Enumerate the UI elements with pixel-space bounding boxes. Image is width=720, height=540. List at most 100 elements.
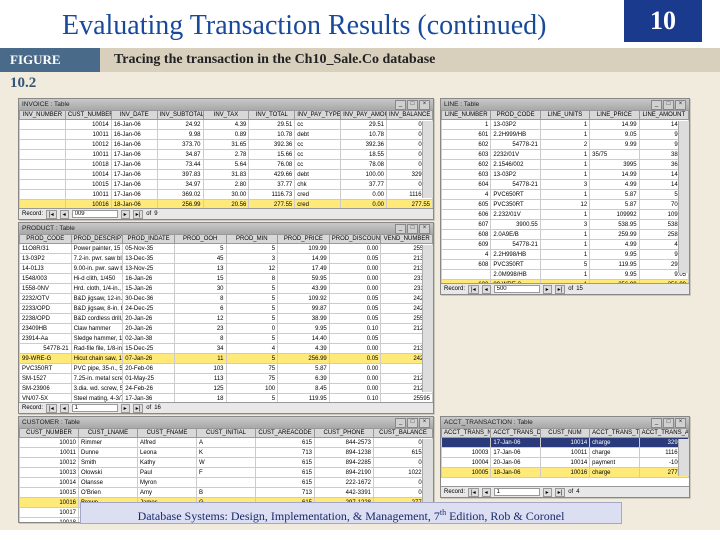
nav-first-icon[interactable]: |◂ [468, 488, 479, 497]
table-row[interactable]: 99-WRE-GHicut chain saw, 16 in07-Jan-261… [20, 354, 433, 364]
column-header[interactable]: CUST_NUMBER [65, 111, 111, 120]
column-header[interactable]: CUST_FNAME [138, 429, 197, 438]
table-row[interactable]: 60089.WRE-01256.99256.99 [442, 280, 689, 284]
column-header[interactable]: INV_BALANCE [387, 111, 433, 120]
close-icon[interactable]: × [419, 224, 430, 234]
table-row[interactable]: 1558-0NVHrd. cloth, 1/4-in., 3/5015-Jan-… [20, 284, 433, 294]
table-row[interactable]: 2.0M998/HB19.959.05 [442, 270, 689, 280]
table-row[interactable]: 1001117-Jan-0634.872.7815.66cc18.550.00 [20, 150, 433, 160]
column-header[interactable]: LINE_NUMBER [442, 111, 491, 120]
table-row[interactable]: 1001618-Jan-06256.9920.56277.55cred0.002… [20, 200, 433, 209]
column-header[interactable]: INV_TOTAL [249, 111, 295, 120]
record-pos-input[interactable] [72, 210, 118, 218]
column-header[interactable]: PROD_CODE [20, 235, 72, 244]
table-row[interactable]: 1001116-Jan-069.980.8910.78debt10.780.00 [20, 130, 433, 140]
column-header[interactable]: INV_TAX [203, 111, 249, 120]
column-header[interactable]: PROD_DESCRIPT [71, 235, 123, 244]
column-header[interactable]: CUST_INITIAL [197, 429, 256, 438]
nav-last-icon[interactable]: ▸| [133, 210, 144, 219]
scrollbar-vertical[interactable] [422, 121, 433, 198]
maximize-icon[interactable]: □ [407, 418, 418, 428]
table-row[interactable]: 1001817-Jan-0673.445.6476.08cc78.080.00 [20, 160, 433, 170]
minimize-icon[interactable]: _ [395, 224, 406, 234]
column-header[interactable]: INV_PAY_AMOUNT [341, 111, 387, 120]
record-navigator[interactable]: Record: |◂ ◂ ▸ ▸| of 4 [441, 486, 689, 497]
nav-next-icon[interactable]: ▸ [543, 285, 552, 294]
table-row[interactable]: 60313-03P2114.9914.99 [442, 170, 689, 180]
nav-next-icon[interactable]: ▸ [121, 210, 130, 219]
close-icon[interactable]: × [675, 418, 686, 428]
table-row[interactable]: 42.2H998/HB19.959.95 [442, 250, 689, 260]
table-row[interactable]: 1001517-Jan-0634.972.8037.77chk37.770.00 [20, 180, 433, 190]
record-navigator[interactable]: Record: |◂ ◂ ▸ ▸| of 15 [441, 283, 689, 294]
column-header[interactable]: ACCT_TRANS_NUM [442, 429, 491, 438]
table-row[interactable]: SM-239063.dia. wd. screw, 5024-Feb-26125… [20, 384, 433, 394]
nav-prev-icon[interactable]: ◂ [60, 404, 69, 413]
table-row[interactable]: 10013OlowskiPaulF615894-21901022.92 [20, 468, 433, 478]
maximize-icon[interactable]: □ [407, 224, 418, 234]
window-controls[interactable]: _□× [395, 100, 430, 110]
nav-next-icon[interactable]: ▸ [543, 488, 552, 497]
maximize-icon[interactable]: □ [663, 100, 674, 110]
column-header[interactable]: CUST_AREACODE [256, 429, 315, 438]
column-header[interactable]: ACCT_TRANS_AMOUNT [639, 429, 688, 438]
table-row[interactable]: 6082.0A9E/B1259.99258.99 [442, 230, 689, 240]
table-row[interactable]: 1000518-Jan-0610016charge277.55 [442, 468, 689, 478]
column-header[interactable]: INV_PAY_TYPE [295, 111, 341, 120]
scrollbar-vertical[interactable] [422, 245, 433, 392]
close-icon[interactable]: × [419, 418, 430, 428]
table-row[interactable]: 6012.2H999/HB19.059.05 [442, 130, 689, 140]
column-header[interactable]: LINE_PRICE [590, 111, 639, 120]
table-row[interactable]: 4PVC650RT15.875.87 [442, 190, 689, 200]
table-row[interactable]: 605PVC350RT125.8770.44 [442, 200, 689, 210]
table-row[interactable]: 6062.232/01V1109992109.92 [442, 210, 689, 220]
table-row[interactable]: 608PVC350RT5119.9529.35 [442, 260, 689, 270]
record-navigator[interactable]: Record: |◂ ◂ ▸ ▸| of 16 [19, 402, 433, 413]
column-header[interactable]: CUST_LNAME [79, 429, 138, 438]
table-row[interactable]: 10012SmithKathyW615894-22850.00 [20, 458, 433, 468]
table-row[interactable]: 60454778-2134.9914.97 [442, 180, 689, 190]
maximize-icon[interactable]: □ [407, 100, 418, 110]
table-row[interactable]: 17-Jan-0610014charge329.66 [442, 438, 689, 448]
nav-last-icon[interactable]: ▸| [555, 285, 566, 294]
column-header[interactable]: PROD_MIN [226, 235, 278, 244]
nav-prev-icon[interactable]: ◂ [482, 285, 491, 294]
table-row[interactable]: 10014OlansseMyron615222-16720.00 [20, 478, 433, 488]
record-navigator[interactable]: Record: |◂ ◂ ▸ ▸| of 9 [19, 208, 433, 219]
nav-next-icon[interactable]: ▸ [121, 404, 130, 413]
table-row[interactable]: 11O8R/31Power painter, 15 psi., 3-nozzle… [20, 244, 433, 254]
column-header[interactable]: INV_SUBTOTAL [157, 111, 203, 120]
column-header[interactable]: INV_NUMBER [20, 111, 66, 120]
table-row[interactable]: 1000317-Jan-0610011charge1116.73 [442, 448, 689, 458]
minimize-icon[interactable]: _ [395, 418, 406, 428]
table-row[interactable]: 23409HBClaw hammer20-Jan-262309.950.1021… [20, 324, 433, 334]
nav-last-icon[interactable]: ▸| [555, 488, 566, 497]
table-row[interactable]: 60254778-2129.999.98 [442, 140, 689, 150]
close-icon[interactable]: × [675, 100, 686, 110]
nav-last-icon[interactable]: ▸| [133, 404, 144, 413]
table-row[interactable]: 1000420-Jan-0610014payment-100.0 [442, 458, 689, 468]
table-row[interactable]: 1001416-Jan-0624.924.3929.51cc29.510.00 [20, 120, 433, 130]
minimize-icon[interactable]: _ [395, 100, 406, 110]
table-row[interactable]: 1548/003Hi-d clith, 1/45016-Jan-2615859.… [20, 274, 433, 284]
nav-prev-icon[interactable]: ◂ [482, 488, 491, 497]
column-header[interactable]: CUST_BALANCE [374, 429, 433, 438]
nav-first-icon[interactable]: |◂ [46, 210, 57, 219]
table-row[interactable]: SM-15277.25-in. metal screw, 2501-May-25… [20, 374, 433, 384]
nav-prev-icon[interactable]: ◂ [60, 210, 69, 219]
nav-first-icon[interactable]: |◂ [46, 404, 57, 413]
table-row[interactable]: 113-03P2114.9914.99 [442, 120, 689, 130]
minimize-icon[interactable]: _ [651, 418, 662, 428]
table-row[interactable]: 54778-21Rad-file file, 1/8-in.15-Dec-253… [20, 344, 433, 354]
record-pos-input[interactable] [494, 488, 540, 496]
column-header[interactable]: PROD_INDATE [123, 235, 175, 244]
table-row[interactable]: 10010RimmerAlfredA615844-25730.00 [20, 438, 433, 448]
record-pos-input[interactable] [494, 285, 540, 293]
table-row[interactable]: VN/07-5XSteel mating, 4-3/75-in. mesh17-… [20, 394, 433, 403]
column-header[interactable]: LINE_AMOUNT [639, 111, 688, 120]
table-row[interactable]: 6022.1546/0021399536.25 [442, 160, 689, 170]
table-row[interactable]: 6032232/01V135/7538.95 [442, 150, 689, 160]
table-row[interactable]: 60954778-2114.994.99 [442, 240, 689, 250]
table-row[interactable]: 10011DunneLeonaK713894-1238615.73 [20, 448, 433, 458]
scrollbar-vertical[interactable] [678, 121, 689, 273]
